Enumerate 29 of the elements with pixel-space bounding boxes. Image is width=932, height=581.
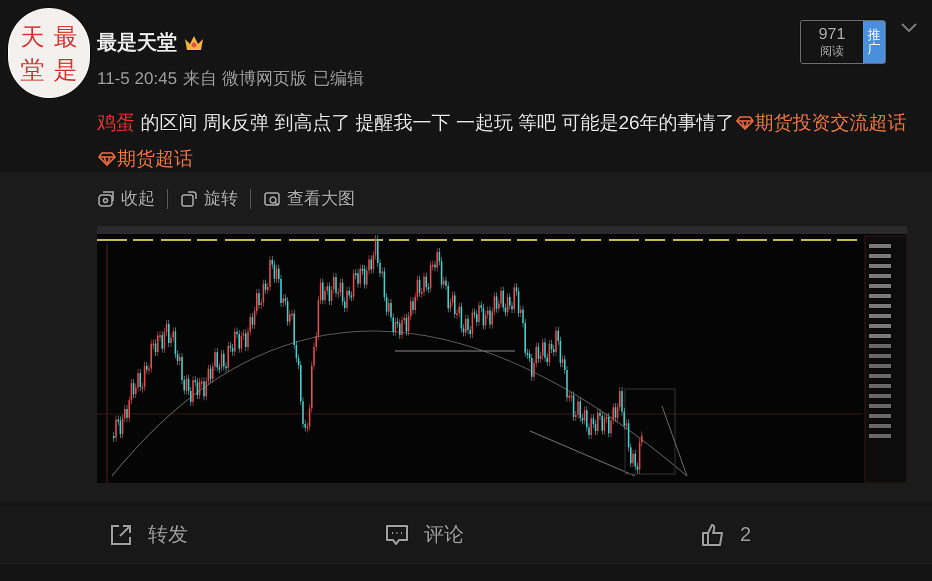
topic-link[interactable]: 期货超话 <box>117 148 193 170</box>
keyword-link[interactable]: 鸡蛋 <box>97 112 135 134</box>
avatar-seal-character: 最 <box>54 24 78 48</box>
chart-screenshot-drawing[interactable] <box>97 226 907 483</box>
post-time[interactable]: 11-5 20:45 <box>97 66 178 92</box>
post-source: 来自 微博网页版 <box>183 68 307 90</box>
avatar-seal-character: 是 <box>54 58 78 82</box>
promote-button[interactable]: 推广 <box>863 21 885 63</box>
read-count: 971 <box>818 27 846 43</box>
chevron-down-icon[interactable] <box>900 22 918 34</box>
image-toolbar-button[interactable]: 收起 <box>97 186 155 212</box>
diamond-icon <box>734 114 755 130</box>
avatar-seal-character: 天 <box>20 24 44 48</box>
edited-label: 已编辑 <box>312 68 364 90</box>
rotate-icon <box>180 190 198 208</box>
repost-button[interactable]: 转发 <box>108 520 188 550</box>
like-button[interactable]: 2 <box>700 520 752 550</box>
image-view-icon <box>263 190 281 208</box>
avatar[interactable]: 天 堂 最 是 <box>8 8 90 98</box>
thumbs-up-icon <box>700 522 726 548</box>
comment-button[interactable]: 评论 <box>384 520 464 550</box>
collapse-icon <box>97 190 115 208</box>
topic-link[interactable]: 期货投资交流超话 <box>754 112 907 134</box>
image-toolbar-button[interactable]: 查看大图 <box>263 186 355 212</box>
image-toolbar-button[interactable]: 旋转 <box>180 186 238 212</box>
read-label: 阅读 <box>820 45 844 57</box>
diamond-icon <box>97 150 117 166</box>
username[interactable]: 最是天堂 <box>97 28 177 58</box>
avatar-seal-character: 堂 <box>20 58 44 82</box>
